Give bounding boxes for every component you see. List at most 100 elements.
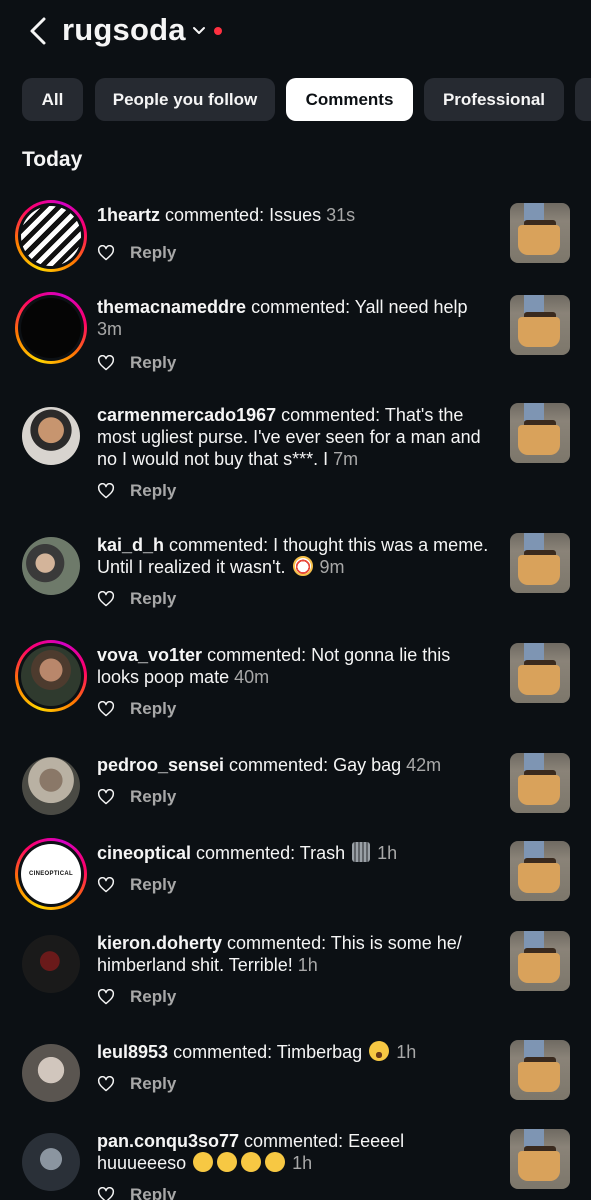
heart-icon[interactable] xyxy=(97,877,115,893)
heart-icon[interactable] xyxy=(97,1076,115,1092)
tab-all[interactable]: All xyxy=(22,78,83,121)
timestamp: 1h xyxy=(391,1042,417,1062)
clown-face-emoji-icon xyxy=(292,556,313,576)
comment-body: Issues xyxy=(269,205,322,225)
chevron-down-icon[interactable] xyxy=(192,26,206,36)
post-thumbnail[interactable] xyxy=(510,403,570,463)
notification-row[interactable]: pedroo_sensei commented: Gay bag 42m Repl… xyxy=(0,750,591,850)
comment-actions: Reply xyxy=(97,1184,176,1200)
back-arrow-icon[interactable] xyxy=(26,16,50,46)
timestamp: 9m xyxy=(314,557,345,577)
avatar[interactable] xyxy=(22,537,80,595)
username[interactable]: carmenmercado1967 xyxy=(97,405,276,425)
reply-button[interactable]: Reply xyxy=(130,1074,176,1094)
avatar[interactable] xyxy=(22,757,80,815)
avatar[interactable] xyxy=(15,200,87,272)
avatar[interactable] xyxy=(15,640,87,712)
reply-button[interactable]: Reply xyxy=(130,787,176,807)
reply-button[interactable]: Reply xyxy=(130,481,176,501)
avatar[interactable] xyxy=(15,292,87,364)
comment-body: Timberbag xyxy=(276,1042,363,1062)
face-without-mouth-emoji-icon xyxy=(241,1152,262,1172)
notification-row[interactable]: vova_vo1ter commented: Not gonna lie thi… xyxy=(0,640,591,740)
tab-people-you-follow[interactable]: People you follow xyxy=(95,78,275,121)
timestamp: 1h xyxy=(292,955,318,975)
notification-row[interactable]: CINEOPTICAL cineoptical commented: Trash … xyxy=(0,838,591,938)
username[interactable]: leul8953 xyxy=(97,1042,168,1062)
avatar[interactable] xyxy=(22,935,80,993)
post-thumbnail[interactable] xyxy=(510,533,570,593)
heart-icon[interactable] xyxy=(97,701,115,717)
account-switcher[interactable]: rugsoda xyxy=(62,12,186,48)
username[interactable]: vova_vo1ter xyxy=(97,645,202,665)
username[interactable]: cineoptical xyxy=(97,843,191,863)
notification-row[interactable]: carmenmercado1967 commented: That's the … xyxy=(0,400,591,500)
reply-button[interactable]: Reply xyxy=(130,987,176,1007)
heart-icon[interactable] xyxy=(97,591,115,607)
comment-verb: commented: xyxy=(202,645,312,665)
comment-verb: commented: xyxy=(222,933,331,953)
thumbnail-jeans xyxy=(524,203,544,221)
notification-row[interactable]: themacnameddre commented: Yall need help… xyxy=(0,292,591,392)
notification-row[interactable]: leul8953 commented: Timberbag 1h Reply xyxy=(0,1037,591,1137)
tab-more[interactable] xyxy=(575,78,591,121)
username[interactable]: pedroo_sensei xyxy=(97,755,224,775)
comment-actions: Reply xyxy=(97,698,176,720)
post-thumbnail[interactable] xyxy=(510,643,570,703)
comment-text: themacnameddre commented: Yall need help… xyxy=(97,296,497,340)
username[interactable]: themacnameddre xyxy=(97,297,246,317)
notification-row[interactable]: kai_d_h commented: I thought this was a … xyxy=(0,530,591,630)
comment-actions: Reply xyxy=(97,242,176,264)
reply-button[interactable]: Reply xyxy=(130,1185,176,1200)
avatar[interactable] xyxy=(22,1044,80,1102)
comment-body: Yall need help xyxy=(354,297,468,317)
post-thumbnail[interactable] xyxy=(510,1040,570,1100)
thumbnail-bag xyxy=(518,1151,560,1181)
username[interactable]: kieron.doherty xyxy=(97,933,222,953)
reply-button[interactable]: Reply xyxy=(130,875,176,895)
comment-verb: commented: xyxy=(276,405,385,425)
post-thumbnail[interactable] xyxy=(510,295,570,355)
thumbnail-jeans xyxy=(524,1040,544,1058)
comment-actions: Reply xyxy=(97,352,176,374)
comment-text: leul8953 commented: Timberbag 1h xyxy=(97,1041,497,1063)
heart-icon[interactable] xyxy=(97,355,115,371)
header: rugsoda xyxy=(0,0,591,64)
post-thumbnail[interactable] xyxy=(510,841,570,901)
post-thumbnail[interactable] xyxy=(510,203,570,263)
notification-row[interactable]: pan.conqu3so77 commented: Eeeeel huuueee… xyxy=(0,1126,591,1200)
comment-verb: commented: xyxy=(246,297,355,317)
heart-icon[interactable] xyxy=(97,483,115,499)
thumbnail-bag xyxy=(518,225,560,255)
username[interactable]: kai_d_h xyxy=(97,535,164,555)
reply-button[interactable]: Reply xyxy=(130,353,176,373)
thumbnail-jeans xyxy=(524,533,544,551)
reply-button[interactable]: Reply xyxy=(130,589,176,609)
reply-button[interactable]: Reply xyxy=(130,243,176,263)
username[interactable]: pan.conqu3so77 xyxy=(97,1131,239,1151)
timestamp: 42m xyxy=(401,755,442,775)
tab-professional[interactable]: Professional xyxy=(424,78,564,121)
notification-row[interactable]: 1heartz commented: Issues 31s Reply xyxy=(0,200,591,300)
comment-text: kieron.doherty commented: This is some h… xyxy=(97,932,497,976)
comment-actions: Reply xyxy=(97,786,176,808)
filter-tabs: All People you follow Comments Professio… xyxy=(0,78,591,122)
tab-comments[interactable]: Comments xyxy=(286,78,413,121)
notification-row[interactable]: kieron.doherty commented: This is some h… xyxy=(0,928,591,1028)
comment-actions: Reply xyxy=(97,986,176,1008)
thumbnail-bag xyxy=(518,317,560,347)
heart-icon[interactable] xyxy=(97,789,115,805)
heart-icon[interactable] xyxy=(97,245,115,261)
avatar[interactable] xyxy=(22,407,80,465)
reply-button[interactable]: Reply xyxy=(130,699,176,719)
avatar[interactable]: CINEOPTICAL xyxy=(15,838,87,910)
avatar[interactable] xyxy=(22,1133,80,1191)
post-thumbnail[interactable] xyxy=(510,931,570,991)
comment-verb: commented: xyxy=(239,1131,349,1151)
heart-icon[interactable] xyxy=(97,989,115,1005)
heart-icon[interactable] xyxy=(97,1187,115,1200)
post-thumbnail[interactable] xyxy=(510,753,570,813)
post-thumbnail[interactable] xyxy=(510,1129,570,1189)
username[interactable]: 1heartz xyxy=(97,205,160,225)
loudly-crying-face-emoji-icon xyxy=(369,1041,390,1061)
